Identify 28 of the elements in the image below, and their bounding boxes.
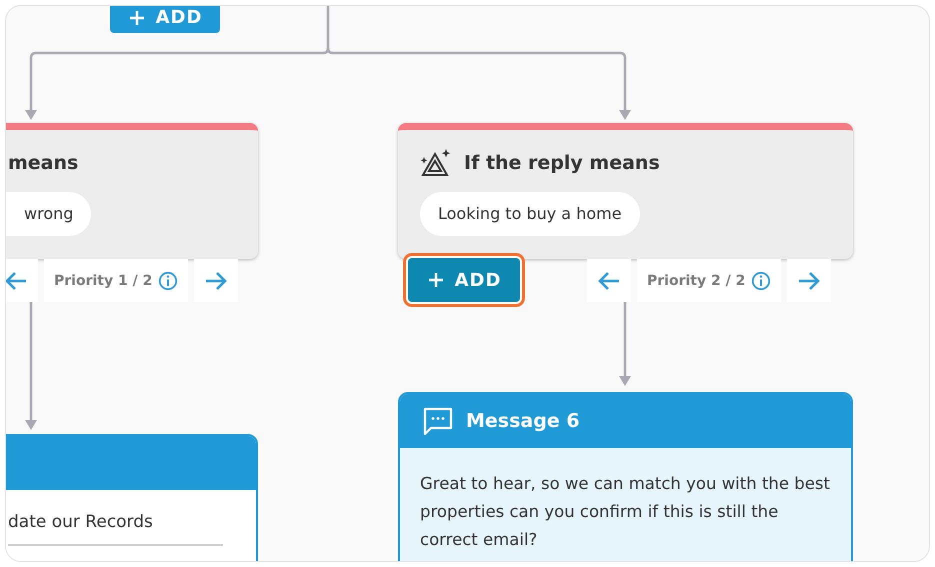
condition-phrase[interactable]: Looking to buy a home — [420, 192, 640, 236]
right-arrow-icon — [797, 270, 822, 292]
info-icon[interactable] — [158, 270, 178, 290]
plus-icon — [128, 8, 146, 26]
chat-bubble-icon — [422, 406, 454, 436]
left-arrow-icon — [597, 270, 621, 292]
next-arrow-button[interactable] — [194, 259, 238, 302]
condition-phrase[interactable]: wrong — [6, 192, 92, 236]
message-card[interactable]: Message 6 Great to hear, so we can match you with the best properties can you confirm if this is still the correct email? — [398, 392, 853, 561]
sparkle-triangle-icon — [420, 148, 452, 178]
condition-title: If the reply means — [464, 152, 660, 174]
action-card[interactable]: date our Records — [6, 434, 258, 561]
left-arrow-icon — [6, 270, 28, 292]
message-title: Message 6 — [466, 410, 580, 432]
next-arrow-button[interactable] — [787, 259, 832, 302]
plus-icon — [426, 271, 445, 289]
previous-arrow-button[interactable] — [6, 259, 38, 302]
action-text: date our Records — [8, 512, 153, 532]
previous-arrow-button[interactable] — [587, 259, 631, 302]
priority-text: Priority 2 / 2 — [647, 272, 746, 288]
info-icon[interactable] — [751, 270, 772, 290]
add-button[interactable]: ADD — [408, 258, 520, 302]
priority-text: Priority 1 / 2 — [54, 272, 152, 288]
condition-card[interactable]: If the reply means Looking to buy a home — [398, 123, 853, 259]
message-text: Great to hear, so we can match you with the best properties can you confirm if this is still the correct email? — [420, 473, 831, 551]
condition-title: means — [8, 152, 78, 174]
right-arrow-icon — [204, 270, 228, 292]
condition-card[interactable]: means wrong — [6, 123, 258, 259]
